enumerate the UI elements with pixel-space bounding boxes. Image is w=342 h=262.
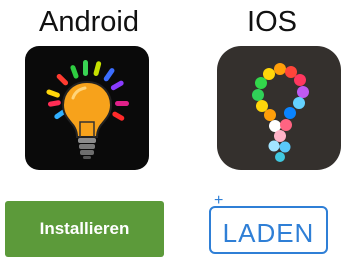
colorful-dots-lightbulb-icon <box>252 63 309 162</box>
android-label: Android <box>39 6 139 38</box>
android-app-icon <box>25 46 149 170</box>
laden-button-label: LADEN <box>222 218 315 248</box>
ios-label: IOS <box>247 6 297 38</box>
plus-icon: + <box>214 192 224 209</box>
laden-button[interactable]: + LADEN <box>209 193 328 254</box>
lightbulb-icon <box>46 60 129 159</box>
ios-app-icon <box>217 46 341 170</box>
app-download-panel: Android IOS Installieren + LADEN <box>0 0 342 262</box>
install-button[interactable]: Installieren <box>5 201 164 257</box>
